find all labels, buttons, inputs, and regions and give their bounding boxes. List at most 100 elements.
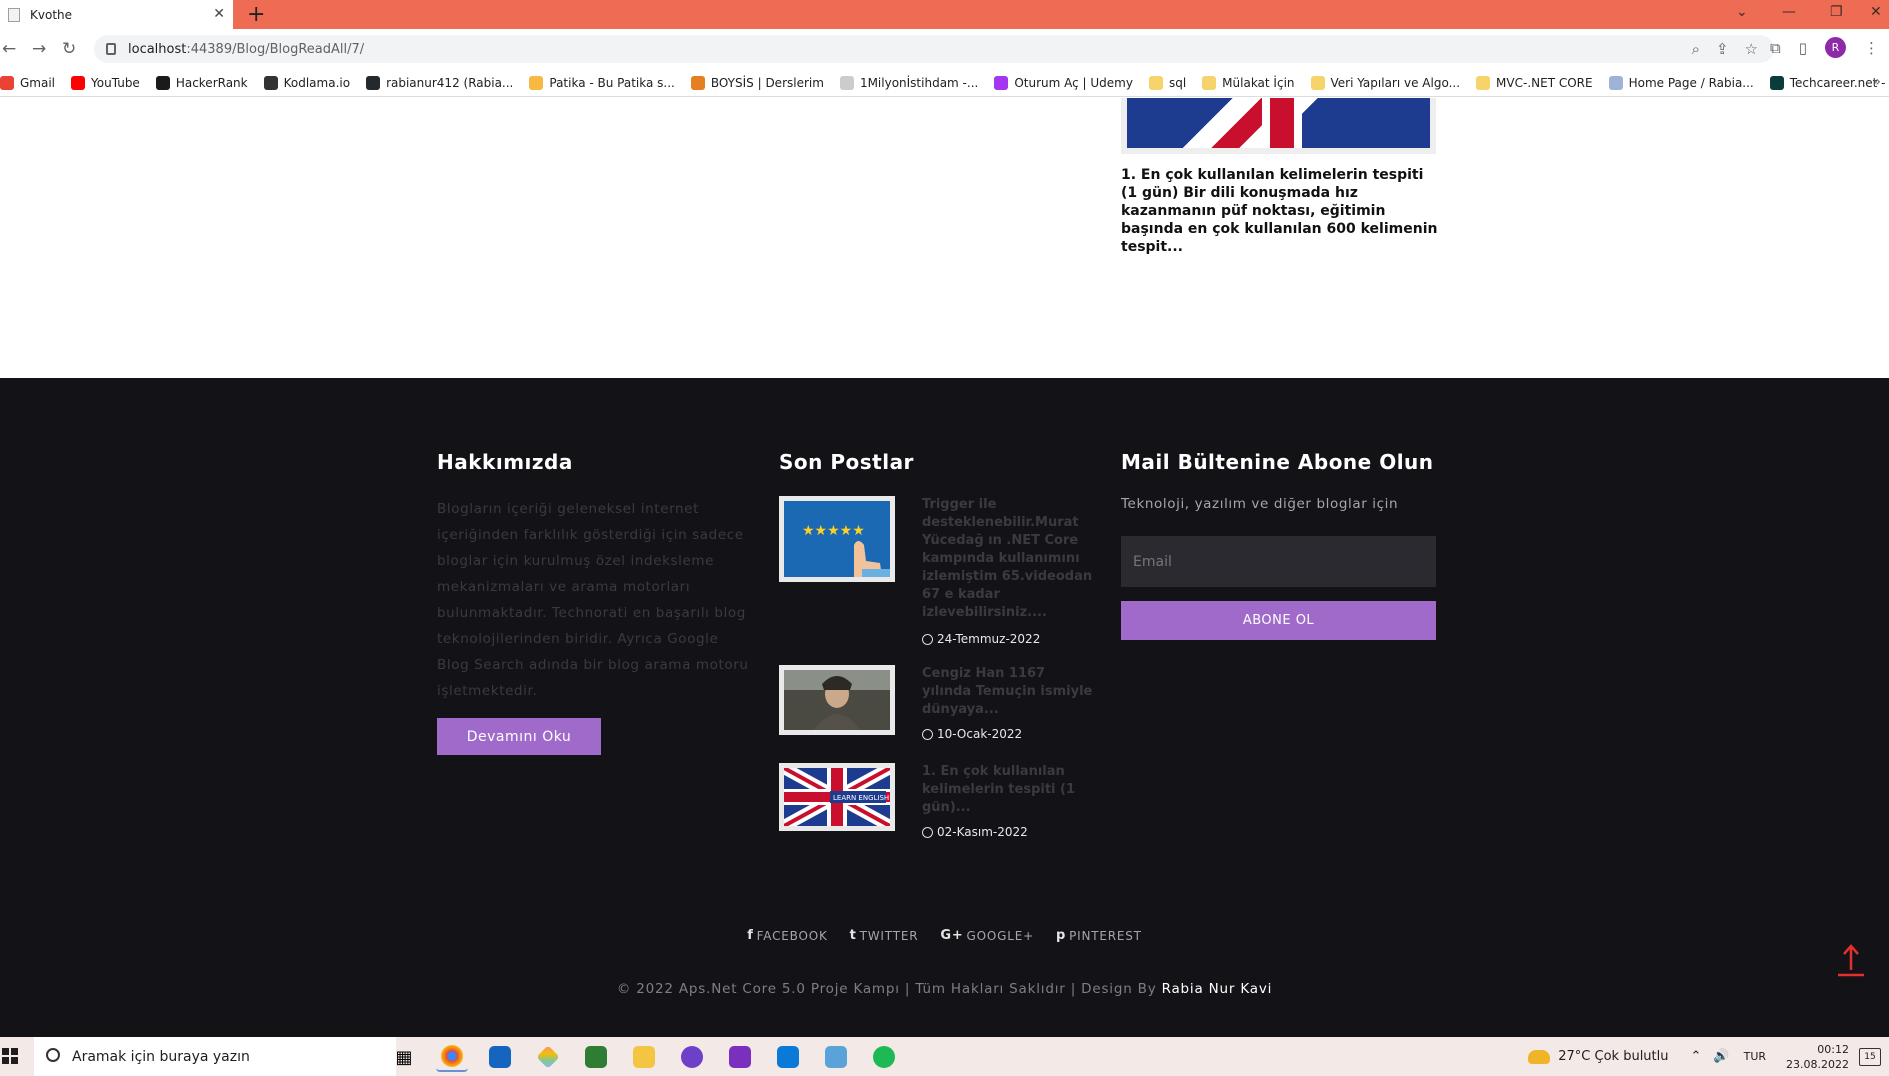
author-link[interactable]: Rabia Nur Kavi (1162, 981, 1273, 997)
file-explorer-icon[interactable] (628, 1042, 660, 1072)
lock-icon (106, 43, 116, 55)
bookmark-favicon-icon (994, 75, 1009, 90)
read-more-button[interactable]: Devamını Oku (437, 718, 601, 755)
new-tab-button[interactable]: + (247, 2, 265, 27)
bookmarks-overflow-icon[interactable]: » (1872, 74, 1881, 90)
social-link-pinterest[interactable]: p PINTEREST (1056, 928, 1142, 943)
recent-post-date: 10-Ocak-2022 (922, 727, 1022, 741)
bookmark-label: Gmail (20, 75, 56, 90)
minimize-button[interactable]: — (1782, 4, 1796, 20)
taskbar-apps: ▦ (388, 1042, 900, 1072)
post-thumbnail-uk-flag-small[interactable]: LEARN ENGLISH (779, 763, 895, 831)
bookmark-item[interactable]: Kodlama.io (263, 75, 350, 90)
bookmark-favicon-icon (1608, 75, 1623, 90)
learn-english-label: LEARN ENGLISH (833, 794, 889, 802)
facebook-icon: f (747, 928, 754, 943)
address-toolbar: ← → ↻ localhost:44389/Blog/BlogReadAll/7… (0, 29, 1889, 69)
bookmark-item[interactable]: HackerRank (155, 75, 248, 90)
profile-avatar[interactable]: R (1825, 37, 1846, 58)
bookmark-item[interactable]: sql (1148, 75, 1187, 90)
back-arrow-icon[interactable]: ← (2, 39, 16, 59)
bookmark-label: 1Milyonİstihdam -... (859, 75, 979, 90)
volume-icon[interactable]: 🔊 (1713, 1049, 1729, 1064)
side-panel-icon[interactable]: ▯ (1799, 39, 1807, 57)
bookmark-item[interactable]: Oturum Aç | Udemy (994, 75, 1133, 90)
task-view-icon[interactable]: ▦ (388, 1042, 420, 1072)
post-excerpt[interactable]: 1. En çok kullanılan kelimelerin tespiti… (1121, 166, 1439, 256)
bookmark-label: sql (1168, 75, 1187, 90)
taskbar-search-field[interactable]: Aramak için buraya yazın (34, 1037, 396, 1076)
bookmark-item[interactable]: MVC-.NET CORE (1476, 75, 1593, 90)
back-to-top-arrow-icon[interactable] (1836, 942, 1866, 978)
forward-arrow-icon[interactable]: → (32, 39, 46, 59)
recent-post-title[interactable]: Trigger ile desteklenebilir.Murat Yüceda… (922, 496, 1094, 616)
social-label: GOOGLE+ (966, 928, 1034, 943)
post-thumbnail-warrior[interactable] (779, 665, 895, 735)
bookmark-item[interactable]: Mülakat İçin (1202, 75, 1295, 90)
windows-start-icon[interactable] (2, 1048, 18, 1064)
email-field[interactable] (1121, 536, 1436, 587)
system-tray: 27°C Çok bulutlu ⌃ 🔊 TUR 00:12 23.08.202… (1528, 1037, 1889, 1076)
zoom-icon[interactable]: ⌕ (1692, 40, 1700, 58)
tab-close-icon[interactable]: ✕ (213, 6, 225, 22)
bookmark-item[interactable]: rabianur412 (Rabia... (366, 75, 513, 90)
bookmark-favicon-icon (1476, 75, 1491, 90)
weather-icon (1528, 1049, 1551, 1064)
restore-button[interactable]: ❐ (1830, 4, 1843, 20)
recent-post-title[interactable]: 1. En çok kullanılan kelimelerin tespiti… (922, 763, 1094, 817)
chrome-icon[interactable] (436, 1042, 468, 1072)
copyright: © 2022 Aps.Net Core 5.0 Proje Kampı | Tü… (0, 981, 1889, 997)
windows-taskbar: Aramak için buraya yazın ▦ 27°C Çok bulu… (0, 1037, 1889, 1076)
bookmark-label: Mülakat İçin (1222, 75, 1295, 90)
bookmark-item[interactable]: BOYSİS | Derslerim (690, 75, 824, 90)
bookmark-item[interactable]: Gmail (0, 75, 56, 90)
mail-icon[interactable] (484, 1042, 516, 1072)
url-field[interactable]: localhost:44389/Blog/BlogReadAll/7/ ⌕ ⇪ … (94, 35, 1774, 63)
bookmark-favicon-icon (0, 75, 14, 90)
social-link-google-plus[interactable]: G+ GOOGLE+ (940, 928, 1034, 943)
app-notes-icon[interactable] (820, 1042, 852, 1072)
tray-chevron-icon[interactable]: ⌃ (1691, 1049, 1702, 1064)
bookmark-item[interactable]: Home Page / Rabia... (1608, 75, 1754, 90)
visual-studio-icon[interactable] (724, 1042, 756, 1072)
close-window-button[interactable]: ✕ (1870, 4, 1882, 20)
recent-post-2[interactable]: Cengiz Han 1167 yılında Temuçin ismiyle … (779, 665, 1099, 755)
social-link-twitter[interactable]: t TWITTER (850, 928, 919, 943)
google-plus-icon: G+ (940, 928, 964, 943)
bookmark-star-icon[interactable]: ☆ (1745, 40, 1758, 58)
social-link-facebook[interactable]: f FACEBOOK (747, 928, 827, 943)
post-thumbnail-rating[interactable]: ★★★★★ (779, 496, 895, 582)
recent-post-1[interactable]: ★★★★★ Trigger ile desteklenebilir.Murat … (779, 496, 1099, 656)
bookmark-item[interactable]: YouTube (71, 75, 140, 90)
recent-post-title[interactable]: Cengiz Han 1167 yılında Temuçin ismiyle … (922, 665, 1094, 719)
bookmark-item[interactable]: Veri Yapıları ve Algo... (1310, 75, 1460, 90)
vscode-icon[interactable] (772, 1042, 804, 1072)
share-icon[interactable]: ⇪ (1716, 40, 1729, 58)
tab-search-chevron-icon[interactable]: ⌄ (1736, 4, 1748, 20)
clock-date: 23.08.2022 (1786, 1057, 1849, 1071)
weather-text[interactable]: 27°C Çok bulutlu (1558, 1049, 1668, 1064)
bookmark-item[interactable]: 1Milyonİstihdam -... (839, 75, 979, 90)
recent-post-3[interactable]: LEARN ENGLISH 1. En çok kullanılan kelim… (779, 763, 1099, 853)
language-indicator[interactable]: TUR (1744, 1050, 1766, 1063)
newsletter-subtitle: Teknoloji, yazılım ve diğer bloglar için (1121, 496, 1399, 512)
browser-menu-icon[interactable]: ⋮ (1864, 39, 1879, 57)
about-title: Hakkımızda (437, 450, 573, 474)
clock-time: 00:12 (1817, 1042, 1849, 1056)
app-snip-icon[interactable] (580, 1042, 612, 1072)
reload-icon[interactable]: ↻ (62, 39, 76, 59)
bookmark-item[interactable]: Patika - Bu Patika s... (529, 75, 675, 90)
bookmark-favicon-icon (839, 75, 854, 90)
clock[interactable]: 00:12 23.08.2022 (1786, 1042, 1849, 1072)
notification-icon[interactable]: 15 (1859, 1047, 1881, 1066)
bookmark-favicon-icon (1310, 75, 1325, 90)
subscribe-button[interactable]: ABONE OL (1121, 601, 1436, 640)
bookmark-item[interactable]: Techcareer.net - Ha... (1769, 75, 1889, 90)
post-thumbnail-uk-flag[interactable] (1121, 98, 1436, 154)
tab-kvothe[interactable]: Kvothe ✕ (0, 0, 233, 29)
github-desktop-icon[interactable] (676, 1042, 708, 1072)
spotify-icon[interactable] (868, 1042, 900, 1072)
app-diamond-icon[interactable] (532, 1042, 564, 1072)
copyright-text: © 2022 Aps.Net Core 5.0 Proje Kampı | Tü… (616, 981, 1162, 997)
extensions-puzzle-icon[interactable]: ⧉ (1770, 39, 1781, 57)
